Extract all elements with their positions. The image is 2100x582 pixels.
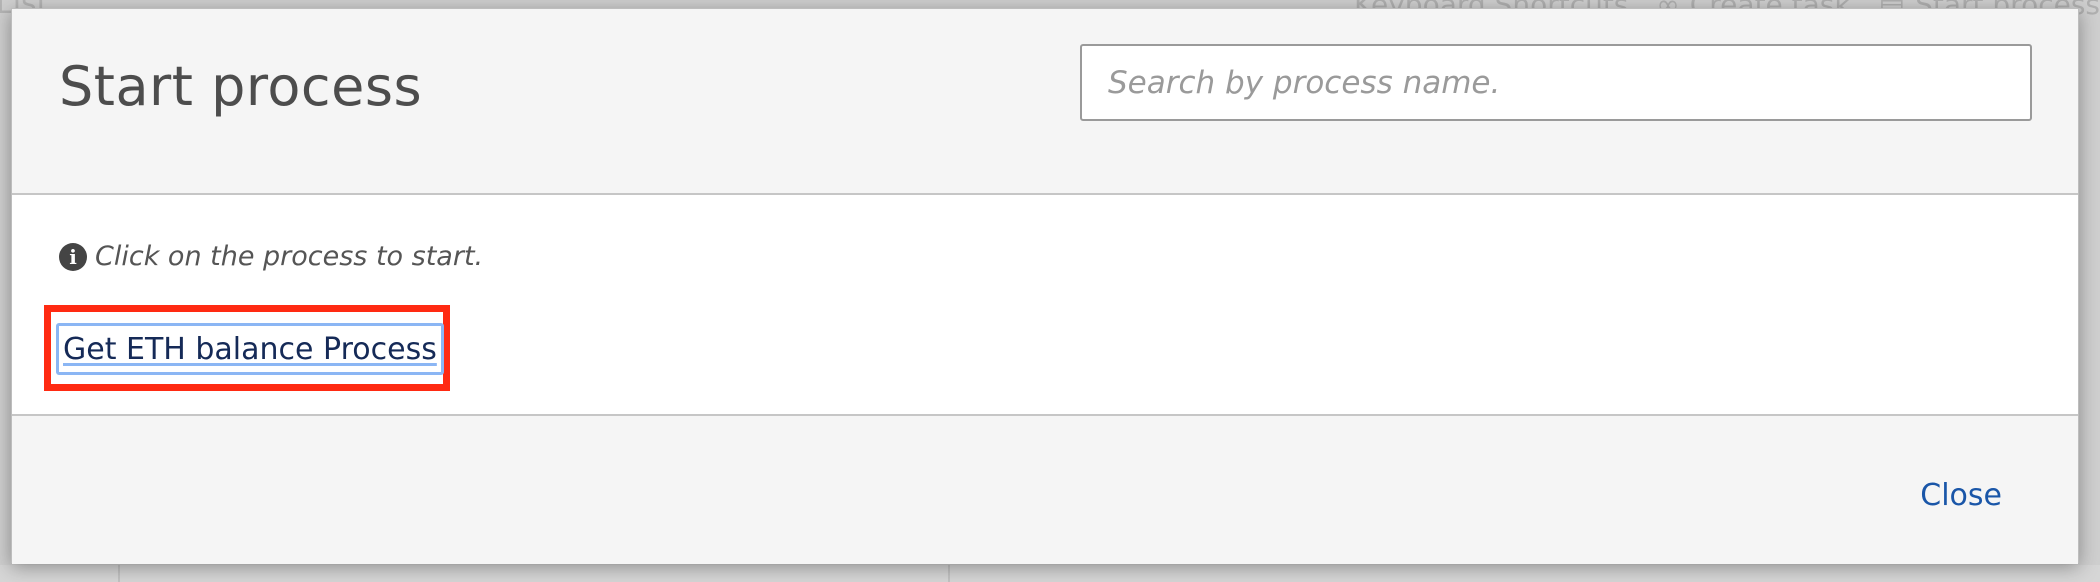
hint-row: i Click on the process to start. xyxy=(59,241,483,272)
close-button[interactable]: Close xyxy=(1920,478,2002,513)
background-list-strip xyxy=(0,565,2100,582)
modal-footer: Close xyxy=(12,416,2078,564)
hint-text: Click on the process to start. xyxy=(95,241,484,272)
modal-title: Start process xyxy=(59,55,423,118)
background-divider xyxy=(118,565,120,582)
modal-header: Start process xyxy=(12,9,2078,195)
start-process-modal: Start process i Click on the process to … xyxy=(11,8,2079,564)
process-search-input[interactable] xyxy=(1080,44,2032,121)
background-divider xyxy=(948,565,950,582)
info-icon: i xyxy=(59,242,87,271)
process-link-get-eth-balance[interactable]: Get ETH balance Process xyxy=(56,323,444,375)
modal-body: i Click on the process to start. Get ETH… xyxy=(12,195,2078,416)
